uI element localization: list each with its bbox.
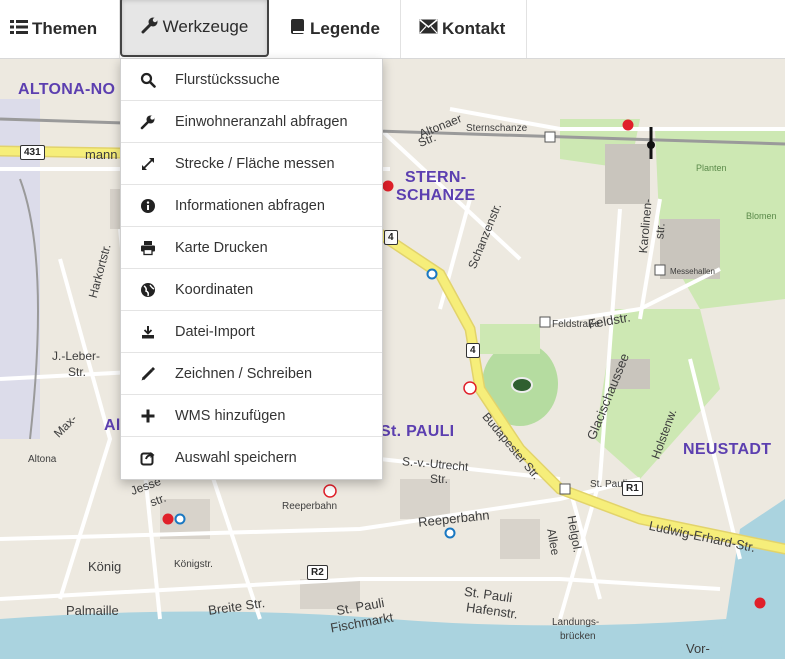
top-navbar: Themen Werkzeuge Legende Kontakt xyxy=(0,0,785,59)
street-label: J.-Leber- xyxy=(52,349,101,363)
street-label: Palmaille xyxy=(66,603,119,618)
menu-item-karte-drucken[interactable]: Karte Drucken xyxy=(121,227,382,269)
menu-item-label: Koordinaten xyxy=(175,281,254,298)
district-st-pauli: St. PAULI xyxy=(380,423,455,440)
menu-item-auswahl-speichern[interactable]: Auswahl speichern xyxy=(121,437,382,479)
map-view[interactable]: ALTONA-NO STERN- SCHANZE St. PAULI NEUST… xyxy=(0,59,785,659)
menu-item-zeichnen[interactable]: Zeichnen / Schreiben xyxy=(121,353,382,395)
menu-item-label: Auswahl speichern xyxy=(175,450,297,466)
plus-icon xyxy=(121,408,175,424)
park-label: Planten xyxy=(696,163,727,173)
street-label: König xyxy=(88,559,122,574)
book-icon xyxy=(290,18,306,41)
street-label: Str. xyxy=(430,472,449,486)
street-label: Sternschanze xyxy=(466,123,528,134)
menu-item-strecke-flaeche[interactable]: Strecke / Fläche messen xyxy=(121,143,382,185)
district-altstadt-partial: Al xyxy=(104,417,121,434)
district-neustadt: NEUSTADT xyxy=(683,441,772,458)
road-shield: 431 xyxy=(20,145,45,160)
menu-item-label: WMS hinzufügen xyxy=(175,407,286,424)
menu-item-label: Karte Drucken xyxy=(175,239,268,256)
road-shield: 4 xyxy=(466,343,480,358)
street-label: brücken xyxy=(560,631,596,642)
district-sternschanze-1: STERN- xyxy=(405,169,467,186)
globe-icon xyxy=(121,282,175,298)
street-label: Altona xyxy=(28,454,57,465)
park-label: Blomen xyxy=(746,211,777,221)
list-icon xyxy=(10,19,28,40)
menu-item-datei-import[interactable]: Datei-Import xyxy=(121,311,382,353)
street-label: Str. xyxy=(68,365,87,379)
menu-item-label: Strecke / Fläche messen xyxy=(175,155,335,172)
nav-themen-label: Themen xyxy=(32,19,98,38)
street-label: Messehallen xyxy=(670,267,715,276)
nav-themen[interactable]: Themen xyxy=(10,0,120,58)
info-icon xyxy=(121,198,175,214)
search-icon xyxy=(121,72,175,88)
menu-item-label: Informationen abfragen xyxy=(175,197,325,214)
menu-item-informationen[interactable]: Informationen abfragen xyxy=(121,185,382,227)
resize-icon xyxy=(121,156,175,172)
street-label: mann xyxy=(85,147,118,162)
street-label: Feldstraße xyxy=(552,319,600,330)
nav-kontakt[interactable]: Kontakt xyxy=(401,0,527,58)
menu-item-label: Einwohneranzahl abfragen xyxy=(175,113,348,130)
street-label: Vor- xyxy=(686,641,710,656)
tools-dropdown-menu: Flurstückssuche Einwohneranzahl abfragen… xyxy=(120,58,383,480)
street-label: Landungs- xyxy=(552,617,600,628)
nav-legende[interactable]: Legende xyxy=(270,0,401,58)
road-shield: R1 xyxy=(622,481,643,496)
pencil-icon xyxy=(121,366,175,382)
menu-item-label: Datei-Import xyxy=(175,323,255,340)
print-icon xyxy=(121,240,175,256)
nav-legende-label: Legende xyxy=(310,19,380,38)
menu-item-flurstueckssuche[interactable]: Flurstückssuche xyxy=(121,59,382,101)
share-icon xyxy=(121,450,175,466)
district-sternschanze-2: SCHANZE xyxy=(396,187,476,204)
menu-item-einwohneranzahl[interactable]: Einwohneranzahl abfragen xyxy=(121,101,382,143)
street-label: str. xyxy=(652,222,668,240)
envelope-icon xyxy=(419,19,438,39)
road-shield: R2 xyxy=(307,565,328,580)
road-shield: 4 xyxy=(384,230,398,245)
district-altona-nord: ALTONA-NO xyxy=(18,81,116,98)
wrench-icon xyxy=(141,16,159,39)
wrench-icon xyxy=(121,114,175,130)
import-icon xyxy=(121,324,175,340)
nav-werkzeuge[interactable]: Werkzeuge xyxy=(120,0,269,57)
nav-kontakt-label: Kontakt xyxy=(442,19,506,38)
nav-werkzeuge-label: Werkzeuge xyxy=(162,17,249,36)
street-label: Reeperbahn xyxy=(282,501,338,512)
menu-item-koordinaten[interactable]: Koordinaten xyxy=(121,269,382,311)
menu-item-label: Flurstückssuche xyxy=(175,71,280,88)
street-label: Königstr. xyxy=(174,559,213,570)
menu-item-label: Zeichnen / Schreiben xyxy=(175,365,313,382)
menu-item-wms-hinzufuegen[interactable]: WMS hinzufügen xyxy=(121,395,382,437)
